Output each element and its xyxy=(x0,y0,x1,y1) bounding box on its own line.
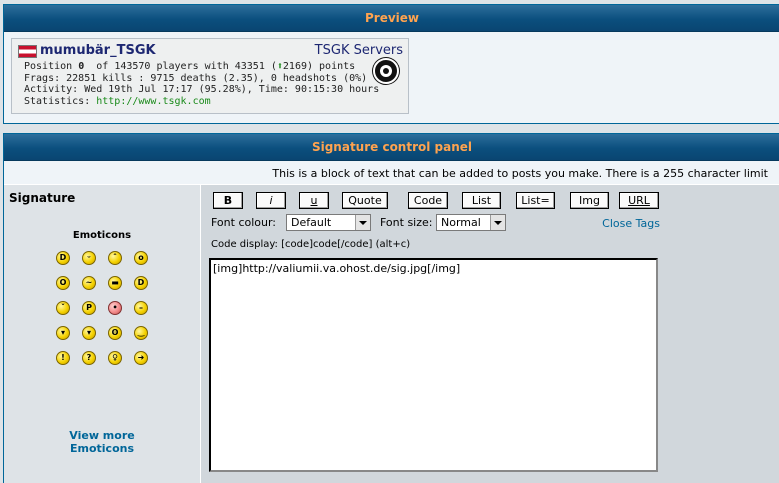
underline-button[interactable]: u xyxy=(299,192,329,209)
activity-line: Activity: Wed 19th Jul 17:17 (95.28%), T… xyxy=(24,84,380,95)
neutral-emoticon-icon[interactable]: – xyxy=(134,301,148,315)
shocked-emoticon-icon[interactable]: O xyxy=(56,276,70,290)
mad-emoticon-icon[interactable]: ˇ xyxy=(56,301,70,315)
img-button[interactable]: Img xyxy=(570,192,609,209)
frags-line: Frags: 22851 kills : 9715 deaths (2.35),… xyxy=(24,72,368,84)
bold-button[interactable]: B xyxy=(213,192,243,209)
font-size-select[interactable]: Normal xyxy=(436,214,506,231)
idea-emoticon-icon[interactable]: ♀ xyxy=(108,351,122,365)
description-row: This is a block of text that can be adde… xyxy=(4,163,779,185)
list-numbered-button[interactable]: List= xyxy=(516,192,555,209)
rolling-eyes-emoticon-icon[interactable]: ʘ xyxy=(108,326,122,340)
code-display-hint: Code display: [code]code[/code] (alt+c) xyxy=(211,239,411,250)
smile-emoticon-icon[interactable]: ᵕ xyxy=(82,251,96,265)
twisted-evil-emoticon-icon[interactable]: ▾ xyxy=(82,326,96,340)
chevron-down-icon xyxy=(490,215,505,230)
big-grin-emoticon-icon[interactable]: D xyxy=(56,251,70,265)
view-more-emoticons-link[interactable]: View more Emoticons xyxy=(4,429,200,455)
razz-emoticon-icon[interactable]: P xyxy=(82,301,96,315)
sad-emoticon-icon[interactable]: ˆ xyxy=(108,251,122,265)
question-emoticon-icon[interactable]: ? xyxy=(82,351,96,365)
preview-header: Preview xyxy=(4,5,779,32)
font-colour-select[interactable]: Default xyxy=(286,214,371,231)
font-colour-label: Font colour: xyxy=(211,216,277,229)
quote-button[interactable]: Quote xyxy=(342,192,388,209)
url-button[interactable]: URL xyxy=(619,192,659,209)
austria-flag-icon xyxy=(18,45,37,58)
arrow-emoticon-icon[interactable]: ➜ xyxy=(134,351,148,365)
confused-emoticon-icon[interactable]: ~ xyxy=(82,276,96,290)
embarrassed-emoticon-icon[interactable]: • xyxy=(108,301,122,315)
evil-emoticon-icon[interactable]: ▾ xyxy=(56,326,70,340)
server-name: TSGK Servers xyxy=(314,43,403,58)
preview-panel: Preview mumubär_TSGK TSGK Servers Positi… xyxy=(3,4,779,124)
editor-column: B i u Quote Code List List= Img URL Font… xyxy=(201,185,779,483)
signature-preview-card: mumubär_TSGK TSGK Servers Position 0 of … xyxy=(11,38,409,114)
description-text: This is a block of text that can be adde… xyxy=(272,167,768,180)
exclaim-emoticon-icon[interactable]: ! xyxy=(56,351,70,365)
surprised-emoticon-icon[interactable]: o xyxy=(134,251,148,265)
signature-control-panel: Signature control panel This is a block … xyxy=(3,133,779,483)
signature-textarea[interactable]: [img]http://valiumii.va.ohost.de/sig.jpg… xyxy=(209,258,658,472)
chevron-down-icon xyxy=(355,215,370,230)
scp-header: Signature control panel xyxy=(4,134,779,161)
laughing-emoticon-icon[interactable]: D xyxy=(134,276,148,290)
left-column: Signature Emoticons Dᵕ ˆ o O ~ ▬ D ˇ P • – ▾ ▾ ʘ ‿!? ♀ ➜… xyxy=(4,185,201,483)
clan-logo-icon xyxy=(373,58,399,84)
font-size-label: Font size: xyxy=(380,216,433,229)
player-stats: Position 0 of 143570 players with 43351 … xyxy=(24,61,380,107)
signature-label: Signature xyxy=(9,191,76,205)
emoticons-title: Emoticons xyxy=(72,230,132,241)
cool-emoticon-icon[interactable]: ▬ xyxy=(108,276,122,290)
italic-button[interactable]: i xyxy=(256,192,286,209)
player-name: mumubär_TSGK xyxy=(40,43,156,58)
close-tags-link[interactable]: Close Tags xyxy=(602,217,660,230)
wink-emoticon-icon[interactable]: ‿ xyxy=(134,326,148,340)
stats-link: http://www.tsgk.com xyxy=(96,95,211,107)
list-button[interactable]: List xyxy=(462,192,501,209)
code-button[interactable]: Code xyxy=(408,192,448,209)
